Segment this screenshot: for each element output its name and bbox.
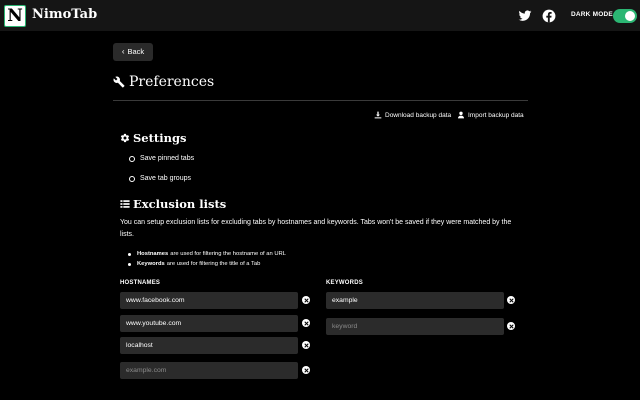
- brand-name: NimoTab: [32, 7, 98, 22]
- download-backup-button[interactable]: Download backup data: [374, 111, 451, 119]
- page-title: Preferences: [129, 74, 215, 90]
- back-button[interactable]: ‹ Back: [113, 43, 153, 61]
- divider: [113, 100, 528, 101]
- exclusion-title: Exclusion lists: [133, 197, 227, 211]
- bullet-term: Keywords: [137, 261, 165, 267]
- remove-icon[interactable]: [302, 319, 310, 327]
- keywords-heading: KEYWORDS: [326, 280, 363, 286]
- add-icon[interactable]: [302, 366, 310, 374]
- twitter-icon[interactable]: [518, 9, 532, 23]
- add-icon[interactable]: [507, 322, 515, 330]
- keyword-field[interactable]: example: [326, 292, 504, 309]
- dark-mode-toggle[interactable]: [613, 9, 637, 23]
- remove-icon[interactable]: [302, 296, 310, 304]
- hostname-field[interactable]: localhost: [120, 337, 298, 354]
- exclusion-description: You can setup exclusion lists for exclud…: [120, 219, 512, 238]
- settings-title: Settings: [133, 131, 187, 145]
- download-icon: [374, 111, 382, 119]
- import-backup-label: Import backup data: [468, 111, 524, 119]
- hostnames-heading: HOSTNAMES: [120, 280, 161, 286]
- new-hostname-input[interactable]: example.com: [120, 362, 298, 379]
- radio-circle[interactable]: [129, 155, 135, 162]
- option-save-tab-groups[interactable]: Save tab groups: [129, 175, 191, 182]
- wrench-icon: [113, 76, 125, 88]
- chevron-left-icon: ‹: [121, 47, 125, 56]
- list-item: Hostnames are used for filtering the host…: [128, 249, 286, 259]
- bullet-text: are used for filtering the hostname of a…: [170, 251, 286, 257]
- bullet-text: are used for filtering the title of a Ta…: [166, 261, 261, 267]
- facebook-icon[interactable]: [542, 9, 556, 23]
- list-icon: [120, 200, 130, 208]
- hostname-field[interactable]: www.youtube.com: [120, 315, 298, 332]
- import-backup-button[interactable]: Import backup data: [457, 111, 524, 119]
- hostname-field[interactable]: www.facebook.com: [120, 292, 298, 309]
- exclusion-help-list: Hostnames are used for filtering the host…: [128, 249, 286, 269]
- radio-circle[interactable]: [129, 175, 135, 182]
- back-label: Back: [127, 47, 145, 56]
- page-header: Preferences: [113, 74, 214, 90]
- option-label: Save tab groups: [140, 175, 191, 182]
- bullet-term: Hostnames: [137, 251, 169, 257]
- exclusion-heading: Exclusion lists: [120, 197, 226, 211]
- toggle-knob: [625, 11, 635, 21]
- top-bar: N NimoTab DARK MODE: [0, 0, 640, 31]
- option-save-pinned-tabs[interactable]: Save pinned tabs: [129, 155, 194, 162]
- download-backup-label: Download backup data: [385, 111, 452, 119]
- user-upload-icon: [458, 111, 464, 119]
- gear-icon: [120, 133, 130, 143]
- dark-mode-label: DARK MODE: [571, 11, 613, 18]
- remove-icon[interactable]: [507, 296, 515, 304]
- remove-icon[interactable]: [302, 341, 310, 349]
- option-label: Save pinned tabs: [140, 155, 195, 162]
- settings-heading: Settings: [120, 131, 187, 145]
- new-keyword-input[interactable]: keyword: [326, 318, 504, 335]
- nimotab-logo[interactable]: N: [4, 5, 26, 27]
- list-item: Keywords are used for filtering the title…: [128, 259, 286, 269]
